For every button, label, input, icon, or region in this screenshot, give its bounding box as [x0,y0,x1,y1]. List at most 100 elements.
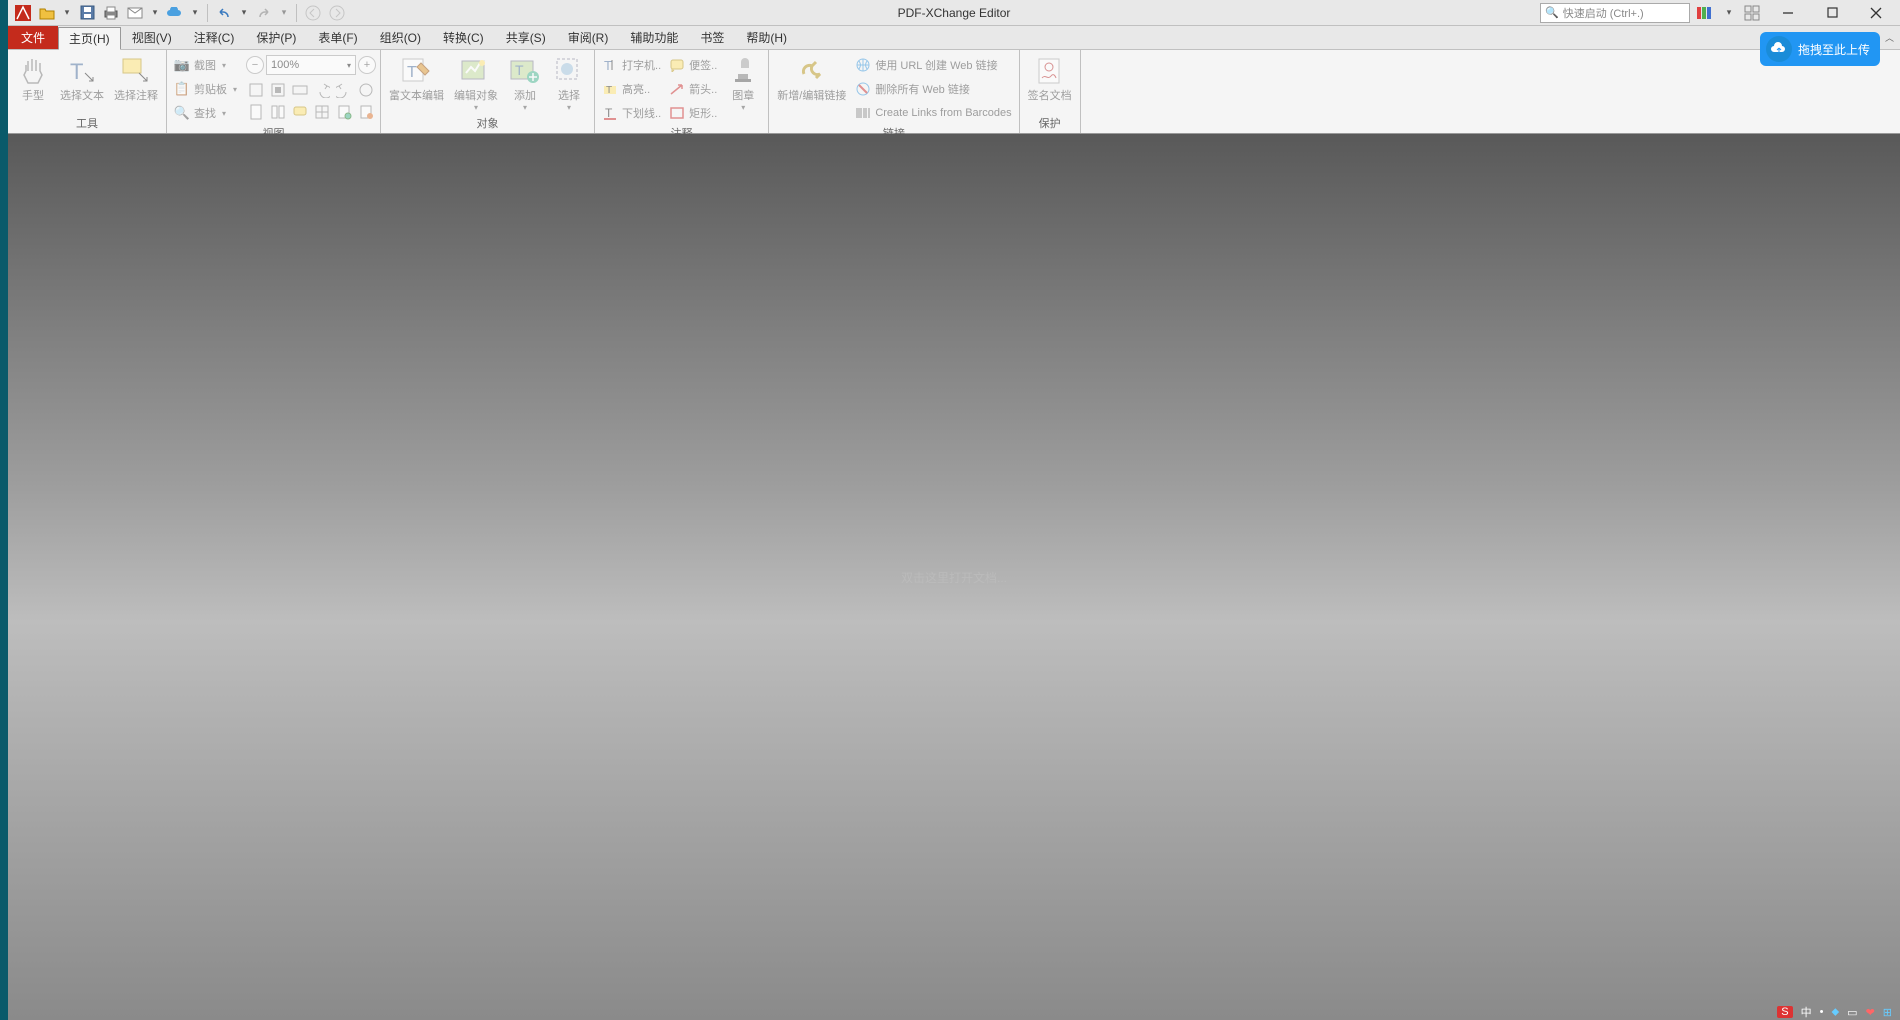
svg-text:T: T [604,58,612,72]
view-rotate-left-icon[interactable] [312,80,332,100]
tray-icon-1[interactable]: • [1820,1006,1824,1018]
cloud-upload-icon [1766,36,1792,62]
ribbon-group-protect: 签名文档 保护 [1020,50,1081,133]
zoom-in-button[interactable]: + [358,56,376,74]
group-label-object: 对象 [385,114,590,133]
edit-text-button[interactable]: T 富文本编辑 [385,52,448,105]
maximize-button[interactable] [1812,1,1852,25]
arrow-button[interactable]: 箭头.. [666,78,720,100]
cloud-dropdown[interactable]: ▾ [188,2,202,24]
select-annot-button[interactable]: 选择注释 [110,52,162,105]
undo-button[interactable] [213,2,235,24]
quick-launch-input[interactable]: 🔍 快速启动 (Ctrl+.) [1540,3,1690,23]
tab-form[interactable]: 表单(F) [307,26,368,49]
tab-file[interactable]: 文件 [8,26,58,49]
view-pages-icon[interactable] [268,102,288,122]
tray-icon-3[interactable]: ▭ [1847,1006,1857,1019]
typewriter-button[interactable]: T 打字机.. [599,54,664,76]
zoom-out-button[interactable]: − [246,56,264,74]
sticky-button[interactable]: 便签.. [666,54,720,76]
edit-link-button[interactable]: 新增/编辑链接 [773,52,850,105]
tab-view[interactable]: 视图(V) [121,26,183,49]
barcode-links-button[interactable]: Create Links from Barcodes [852,102,1014,124]
barcode-icon [855,105,871,121]
ui-theme-dropdown[interactable]: ▾ [1722,2,1736,24]
undo-dropdown[interactable]: ▾ [237,2,251,24]
app-icon[interactable] [12,2,34,24]
view-misc-3-icon[interactable] [334,102,354,122]
view-misc-4-icon[interactable] [356,102,376,122]
select-object-button[interactable]: 选择 ▾ [548,52,590,114]
redo-button[interactable] [253,2,275,24]
sign-button[interactable]: 签名文档 [1024,52,1076,105]
tab-protect[interactable]: 保护(P) [245,26,307,49]
tab-share[interactable]: 共享(S) [495,26,557,49]
remove-links-button[interactable]: 删除所有 Web 链接 [852,78,1014,100]
tab-organize[interactable]: 组织(O) [369,26,432,49]
view-misc-2-icon[interactable] [312,102,332,122]
titlebar: ▾ ▾ ▾ ▾ ▾ [8,0,1900,26]
view-width-icon[interactable] [290,80,310,100]
edit-object-button[interactable]: 编辑对象 ▾ [450,52,502,114]
ime-lang[interactable]: 中 [1801,1004,1812,1020]
print-button[interactable] [100,2,122,24]
ui-theme-button[interactable] [1694,3,1718,23]
tab-bookmark[interactable]: 书签 [689,26,735,49]
ribbon: 手型 T 选择文本 选择注释 工具 [8,50,1900,134]
redo-dropdown[interactable]: ▾ [277,2,291,24]
qat-separator [207,4,208,22]
minimize-button[interactable] [1768,1,1808,25]
stamp-button[interactable]: 图章 ▾ [722,52,764,114]
add-object-button[interactable]: T 添加 ▾ [504,52,546,114]
tab-accessibility[interactable]: 辅助功能 [619,26,689,49]
snapshot-button[interactable]: 📷 截图▾ [171,54,240,76]
view-rotate-right-icon[interactable] [334,80,354,100]
underline-button[interactable]: T 下划线.. [599,102,664,124]
ribbon-group-links: 新增/编辑链接 使用 URL 创建 Web 链接 删除所有 Web 链接 Cre… [769,50,1019,133]
underline-icon: T [602,105,618,121]
hand-tool-button[interactable]: 手型 [12,52,54,105]
tab-comment[interactable]: 注释(C) [183,26,246,49]
taskbar-sliver: S 中 • ⬥ ▭ ❤ ⊞ [1769,1004,1900,1020]
email-button[interactable] [124,2,146,24]
email-dropdown[interactable]: ▾ [148,2,162,24]
open-dropdown[interactable]: ▾ [60,2,74,24]
ribbon-collapse-icon[interactable]: ︿ [1885,31,1894,44]
select-text-button[interactable]: T 选择文本 [56,52,108,105]
tray-icon-5[interactable]: ⊞ [1883,1006,1892,1019]
tray-icon-4[interactable]: ❤ [1866,1006,1875,1019]
svg-text:T: T [605,106,613,120]
view-actual-icon[interactable] [246,80,266,100]
stamp-icon [726,54,760,88]
view-fit-icon[interactable] [268,80,288,100]
rect-button[interactable]: 矩形.. [666,102,720,124]
nav-forward-button[interactable] [326,2,348,24]
clipboard-button[interactable]: 📋 剪贴板▾ [171,78,240,100]
tab-help[interactable]: 帮助(H) [735,26,798,49]
group-label-protect: 保护 [1024,114,1076,133]
view-page-icon[interactable] [246,102,266,122]
view-comment-icon[interactable] [290,102,310,122]
document-area[interactable]: 双击这里打开文档... [8,134,1900,1020]
tab-convert[interactable]: 转换(C) [432,26,495,49]
zoom-input[interactable]: 100%▾ [266,55,356,75]
tab-home[interactable]: 主页(H) [58,27,121,50]
find-button[interactable]: 🔍 查找▾ [171,102,240,124]
tray-icon-2[interactable]: ⬥ [1831,1006,1839,1019]
url-create-button[interactable]: 使用 URL 创建 Web 链接 [852,54,1014,76]
highlight-button[interactable]: T 高亮.. [599,78,664,100]
nav-back-button[interactable] [302,2,324,24]
open-button[interactable] [36,2,58,24]
ime-indicator[interactable]: S [1777,1006,1792,1018]
hand-icon [16,54,50,88]
find-icon: 🔍 [174,105,190,121]
view-misc-1-icon[interactable] [356,80,376,100]
upload-badge[interactable]: 拖拽至此上传 [1760,32,1880,66]
cloud-button[interactable] [164,2,186,24]
close-button[interactable] [1856,1,1896,25]
save-button[interactable] [76,2,98,24]
view-icon-grid [246,78,376,122]
clipboard-icon: 📋 [174,81,190,97]
tab-review[interactable]: 审阅(R) [557,26,620,49]
layout-button[interactable] [1740,3,1764,23]
